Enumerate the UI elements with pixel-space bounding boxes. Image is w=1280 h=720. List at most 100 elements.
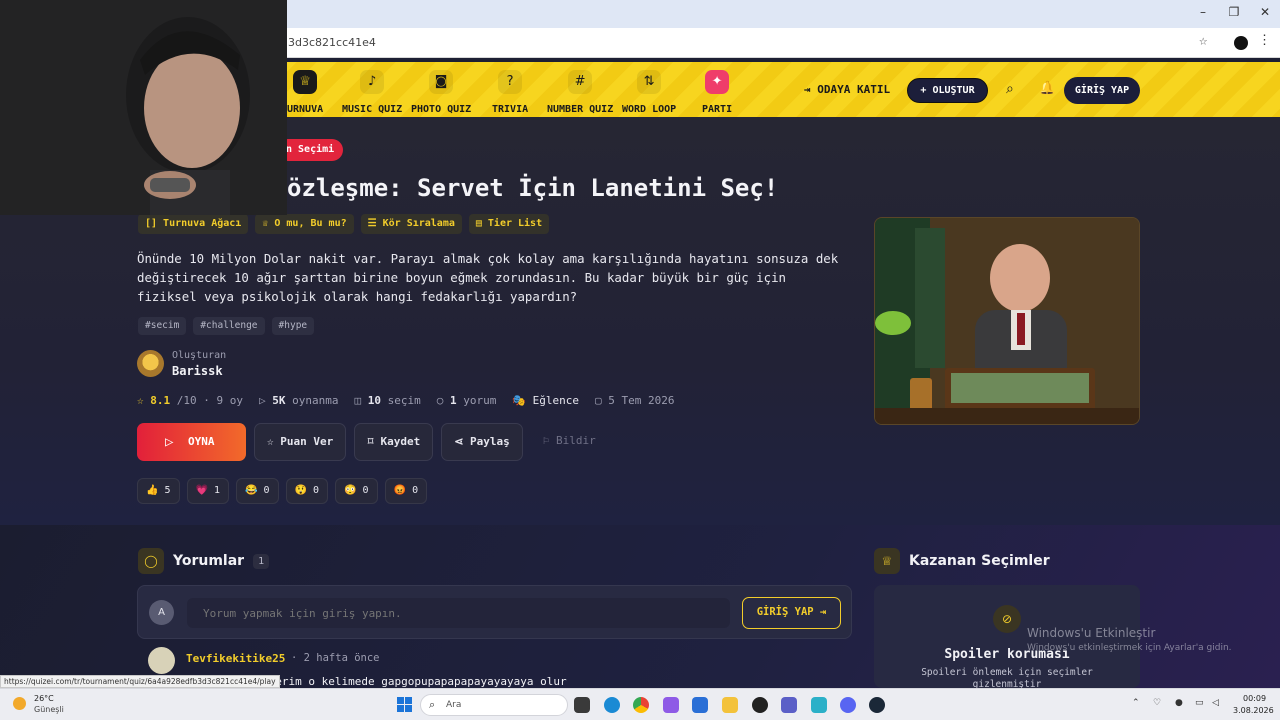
- clock-time[interactable]: 00:09: [1243, 694, 1266, 703]
- action-buttons: ▷ OYNA ☆ Puan Ver ⌑ Kaydet ⋖ Paylaş ⚐ Bi…: [137, 423, 608, 461]
- windows-start-icon[interactable]: [397, 697, 412, 712]
- join-room-link[interactable]: ⇥ ODAYA KATIL: [804, 83, 890, 96]
- report-button[interactable]: ⚐ Bildir: [531, 423, 608, 461]
- outlook-icon[interactable]: [692, 697, 708, 713]
- activation-watermark-text: Windows'u etkinleştirmek için Ayarlar'a …: [1027, 643, 1232, 653]
- game-mode-links: [] Turnuva Ağacı ♕ O mu, Bu mu? ☰ Kör Sı…: [138, 214, 550, 234]
- weather-temperature[interactable]: 26°C: [34, 694, 54, 703]
- mode-bracket-link[interactable]: [] Turnuva Ağacı: [138, 214, 249, 234]
- weather-sun-icon[interactable]: [13, 697, 26, 710]
- activation-watermark-title: Windows'u Etkinleştir: [1027, 626, 1156, 640]
- play-icon: ▷: [258, 394, 266, 407]
- chrome-icon[interactable]: [633, 697, 649, 713]
- copilot-icon[interactable]: [663, 697, 679, 713]
- steam-icon[interactable]: [869, 697, 885, 713]
- bookmark-star-icon[interactable]: ☆: [1199, 33, 1207, 49]
- discord-icon[interactable]: [840, 697, 856, 713]
- monitor-icon[interactable]: ▭: [1195, 698, 1204, 708]
- mode-tier-list-link[interactable]: ▤ Tier List: [468, 214, 550, 234]
- sort-icon: ⇅: [637, 70, 662, 94]
- avatar[interactable]: [148, 647, 175, 674]
- reaction-thumbs-up[interactable]: 👍 5: [137, 478, 180, 504]
- rate-button[interactable]: ☆ Puan Ver: [254, 423, 347, 461]
- music-note-icon: ♪: [360, 70, 385, 94]
- nav-item-music-quiz[interactable]: ♪ MUSIC QUIZ: [342, 70, 402, 116]
- camera-icon: ◙: [429, 70, 454, 94]
- date-stat: ▢ 5 Tem 2026: [595, 394, 675, 407]
- nav-item-trivia[interactable]: ? TRIVIA: [492, 70, 528, 116]
- browser-menu-icon[interactable]: ⋮: [1258, 33, 1271, 48]
- comment-form: A GİRİŞ YAP ⇥: [137, 585, 852, 639]
- comment-input[interactable]: [187, 598, 730, 628]
- page-title: özleşme: Servet İçin Lanetini Seç!: [287, 174, 779, 202]
- edge-icon[interactable]: [604, 697, 620, 713]
- reaction-flushed[interactable]: 😳 0: [335, 478, 378, 504]
- close-button[interactable]: ✕: [1254, 5, 1276, 19]
- creator-avatar[interactable]: [137, 350, 164, 377]
- windows-taskbar: 26°C Güneşli ⌕ Ara ⌃ ♡ ● ▭ ◁ 00:09 3.08.…: [0, 688, 1280, 720]
- settings-icon[interactable]: [811, 697, 827, 713]
- trophy-icon: ♕: [293, 70, 318, 94]
- app-icon[interactable]: [752, 697, 768, 713]
- webcam-overlay: [0, 0, 287, 215]
- reaction-heart[interactable]: 💗 1: [186, 478, 230, 504]
- login-button[interactable]: GİRİŞ YAP: [1064, 77, 1140, 104]
- mode-blind-rank-link[interactable]: ☰ Kör Sıralama: [360, 214, 462, 234]
- comment-login-button[interactable]: GİRİŞ YAP ⇥: [742, 597, 841, 629]
- tray-app-icon[interactable]: ♡: [1153, 698, 1161, 708]
- reaction-laugh[interactable]: 😂 0: [236, 478, 279, 504]
- quiz-description: Önünde 10 Milyon Dolar nakit var. Parayı…: [137, 251, 839, 304]
- search-icon[interactable]: ⌕: [1006, 81, 1014, 97]
- comment-timestamp: · 2 hafta önce: [291, 652, 380, 664]
- tag[interactable]: #hype: [271, 317, 315, 335]
- party-icon: ✦: [705, 70, 730, 94]
- play-button[interactable]: ▷ OYNA: [137, 423, 246, 461]
- create-button[interactable]: + OLUŞTUR: [907, 78, 988, 103]
- reaction-bar: 👍 5 💗 1 😂 0 😲 0 😳 0 😡 0: [137, 478, 428, 504]
- comment-icon: ◯: [138, 548, 164, 574]
- nav-item-turnuva[interactable]: ♕ URNUVA: [287, 70, 323, 116]
- nav-item-number-quiz[interactable]: # NUMBER QUIZ: [547, 70, 613, 116]
- question-icon: ?: [498, 70, 523, 94]
- tag[interactable]: #secim: [138, 317, 187, 335]
- volume-icon[interactable]: ◁: [1212, 698, 1219, 708]
- layers-icon: ◫: [354, 394, 362, 407]
- file-explorer-icon[interactable]: [722, 697, 738, 713]
- bell-icon[interactable]: 🔔: [1039, 81, 1055, 96]
- comment-icon: ○: [436, 394, 444, 407]
- plays-stat: ▷ 5K oynanma: [258, 394, 339, 407]
- profile-icon[interactable]: [1234, 36, 1248, 50]
- comment-text: eçerim o kelimede gapgopupapapapayayayay…: [262, 675, 567, 688]
- hash-icon: #: [568, 70, 593, 94]
- nav-item-word-loop[interactable]: ⇅ WORD LOOP: [622, 70, 676, 116]
- nav-item-photo-quiz[interactable]: ◙ PHOTO QUIZ: [411, 70, 471, 116]
- taskbar-search[interactable]: ⌕ Ara: [420, 694, 568, 716]
- calendar-icon: ▢: [595, 394, 602, 407]
- clock-date[interactable]: 3.08.2026: [1233, 706, 1274, 715]
- category-stat[interactable]: 🎭 Eğlence: [512, 394, 579, 407]
- microphone-icon[interactable]: ●: [1175, 698, 1183, 708]
- mode-this-or-that-link[interactable]: ♕ O mu, Bu mu?: [255, 214, 354, 234]
- task-view-icon[interactable]: [574, 697, 590, 713]
- reaction-angry[interactable]: 😡 0: [384, 478, 428, 504]
- url-text[interactable]: 3d3c821cc41e4: [288, 36, 376, 49]
- share-button[interactable]: ⋖ Paylaş: [441, 423, 523, 461]
- comments-stat: ○ 1 yorum: [436, 394, 497, 407]
- creator-name[interactable]: Barissk: [172, 364, 223, 378]
- weather-description[interactable]: Güneşli: [34, 705, 64, 714]
- tray-overflow-icon[interactable]: ⌃: [1132, 698, 1140, 708]
- tag[interactable]: #challenge: [193, 317, 265, 335]
- reaction-wow[interactable]: 😲 0: [285, 478, 329, 504]
- star-icon: ☆: [137, 394, 144, 407]
- cover-illustration: [875, 218, 1139, 424]
- nav-item-parti[interactable]: ✦ PARTI: [702, 70, 732, 116]
- comment-author[interactable]: Tevfikekitike25: [186, 652, 285, 665]
- save-button[interactable]: ⌑ Kaydet: [354, 423, 434, 461]
- creator-label: Oluşturan: [172, 350, 227, 361]
- comments-count-badge: 1: [253, 553, 270, 569]
- restore-button[interactable]: ❐: [1223, 5, 1245, 19]
- winners-title: Kazanan Seçimler: [909, 553, 1050, 569]
- minimize-button[interactable]: –: [1192, 5, 1214, 19]
- user-avatar: A: [149, 600, 174, 625]
- teams-icon[interactable]: [781, 697, 797, 713]
